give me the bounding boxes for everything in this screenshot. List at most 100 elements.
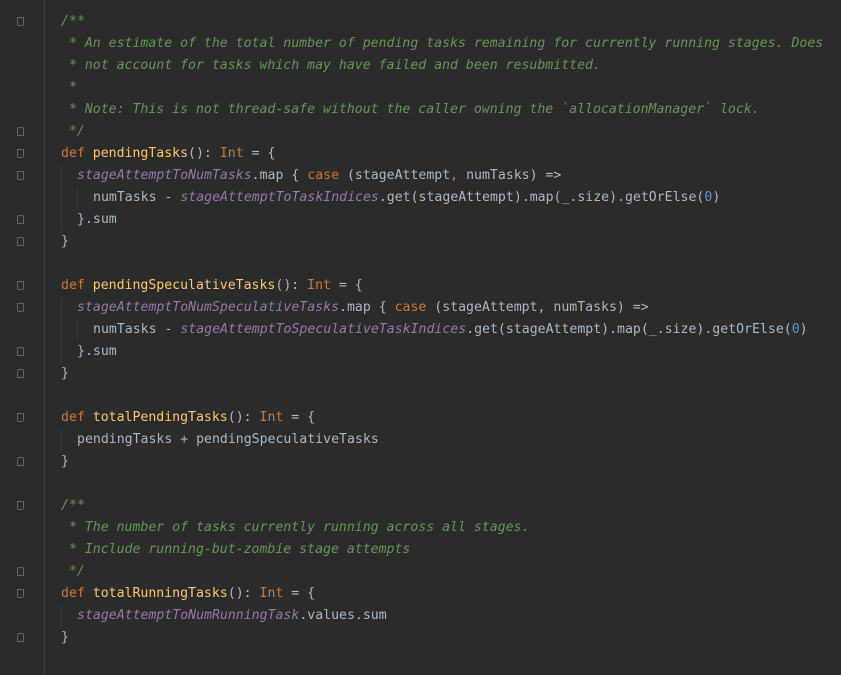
code-token: def xyxy=(61,410,93,425)
code-line[interactable]: }.sum xyxy=(17,209,841,231)
code-token: /** xyxy=(61,14,85,29)
fold-end-icon[interactable] xyxy=(17,237,24,246)
code-token: stageAttemptToTaskIndices xyxy=(180,190,379,205)
code-token: * Note: This is not thread-safe without … xyxy=(61,102,760,117)
code-line[interactable]: * xyxy=(45,77,841,99)
code-token: Int xyxy=(307,278,331,293)
fold-start-icon[interactable] xyxy=(17,589,24,598)
code-token: def xyxy=(61,586,93,601)
code-token: (): xyxy=(227,586,260,601)
code-token: pendingTasks xyxy=(92,146,189,161)
code-line[interactable]: } xyxy=(17,627,841,649)
code-token: numTasks - xyxy=(93,190,181,205)
fold-end-icon[interactable] xyxy=(17,567,24,576)
code-token: * xyxy=(61,80,77,95)
code-line[interactable]: } xyxy=(17,363,841,385)
code-token: }.sum xyxy=(77,344,117,359)
code-line[interactable]: /** xyxy=(17,495,841,517)
code-line[interactable]: def totalPendingTasks(): Int = { xyxy=(17,407,841,429)
code-token: case xyxy=(307,168,340,183)
code-editor[interactable]: /** * An estimate of the total number of… xyxy=(0,0,841,675)
code-token: stageAttemptToSpeculativeTaskIndices xyxy=(180,322,467,337)
fold-start-icon[interactable] xyxy=(17,281,24,290)
code-line[interactable]: * Note: This is not thread-safe without … xyxy=(45,99,841,121)
code-line[interactable]: * not account for tasks which may have f… xyxy=(45,55,841,77)
indent-guide xyxy=(61,429,62,451)
code-line[interactable]: */ xyxy=(17,561,841,583)
indent-guide xyxy=(77,319,78,341)
code-line[interactable] xyxy=(45,385,841,407)
code-token: * Include running-but-zombie stage attem… xyxy=(61,542,411,557)
code-line[interactable]: * An estimate of the total number of pen… xyxy=(45,33,841,55)
code-token: = { xyxy=(283,410,316,425)
code-line[interactable]: numTasks - stageAttemptToSpeculativeTask… xyxy=(45,319,841,341)
code-line[interactable]: /** xyxy=(17,11,841,33)
code-token: numTasks - xyxy=(93,322,181,337)
fold-end-icon[interactable] xyxy=(17,457,24,466)
code-token: (): xyxy=(188,146,220,161)
code-area[interactable]: /** * An estimate of the total number of… xyxy=(17,11,841,649)
code-line[interactable]: stageAttemptToNumSpeculativeTasks.map { … xyxy=(17,297,841,319)
code-line[interactable]: stageAttemptToNumTasks.map { case (stage… xyxy=(17,165,841,187)
code-token: def xyxy=(61,146,93,161)
indent-guide xyxy=(77,187,78,209)
indent-guide xyxy=(61,187,62,209)
code-line[interactable]: def totalRunningTasks(): Int = { xyxy=(17,583,841,605)
code-token: = { xyxy=(283,586,316,601)
fold-start-icon[interactable] xyxy=(17,17,24,26)
code-token: } xyxy=(61,234,69,249)
fold-end-icon[interactable] xyxy=(17,633,24,642)
fold-end-icon[interactable] xyxy=(17,127,24,136)
indent-guide xyxy=(61,297,62,319)
fold-end-icon[interactable] xyxy=(17,347,24,356)
fold-start-icon[interactable] xyxy=(17,413,24,422)
code-line[interactable]: numTasks - stageAttemptToTaskIndices.get… xyxy=(45,187,841,209)
code-token: * An estimate of the total number of pen… xyxy=(61,36,824,51)
code-token: .values.sum xyxy=(299,608,387,623)
code-token: totalRunningTasks xyxy=(92,586,228,601)
code-line[interactable]: * Include running-but-zombie stage attem… xyxy=(45,539,841,561)
code-token: (): xyxy=(275,278,308,293)
fold-end-icon[interactable] xyxy=(17,369,24,378)
indent-guide xyxy=(61,165,62,187)
code-token: .map { xyxy=(251,168,308,183)
fold-start-icon[interactable] xyxy=(17,171,24,180)
code-token: = { xyxy=(243,146,276,161)
code-token: /** xyxy=(61,498,85,513)
code-token: Int xyxy=(219,146,244,161)
code-token: .map { xyxy=(339,300,395,315)
code-token: .get(stageAttempt).map(_.size).getOrElse… xyxy=(466,322,792,337)
code-line[interactable]: }.sum xyxy=(17,341,841,363)
fold-end-icon[interactable] xyxy=(17,215,24,224)
fold-start-icon[interactable] xyxy=(17,303,24,312)
code-token: * The number of tasks currently running … xyxy=(61,520,530,535)
code-token: Int xyxy=(259,586,284,601)
code-token: */ xyxy=(61,124,85,139)
code-token: stageAttemptToNumRunningTask xyxy=(77,608,300,623)
code-token: } xyxy=(61,366,69,381)
code-token: (stageAttempt, numTasks) => xyxy=(426,300,649,315)
code-line[interactable]: def pendingTasks(): Int = { xyxy=(17,143,841,165)
code-line[interactable]: stageAttemptToNumRunningTask.values.sum xyxy=(45,605,841,627)
code-line[interactable]: * The number of tasks currently running … xyxy=(45,517,841,539)
code-token: = { xyxy=(330,278,363,293)
code-token: pendingSpeculativeTasks xyxy=(92,278,276,293)
code-line[interactable] xyxy=(45,253,841,275)
code-line[interactable] xyxy=(45,473,841,495)
code-token: } xyxy=(61,454,69,469)
code-line[interactable]: } xyxy=(17,231,841,253)
indent-guide xyxy=(61,319,62,341)
code-token: , xyxy=(450,168,459,183)
fold-start-icon[interactable] xyxy=(17,149,24,158)
code-token: case xyxy=(394,300,427,315)
code-line[interactable]: def pendingSpeculativeTasks(): Int = { xyxy=(17,275,841,297)
code-line[interactable]: */ xyxy=(17,121,841,143)
code-token: Int xyxy=(259,410,284,425)
code-token: * not account for tasks which may have f… xyxy=(61,58,601,73)
code-token: numTasks) => xyxy=(458,168,562,183)
fold-start-icon[interactable] xyxy=(17,501,24,510)
code-token: stageAttemptToNumTasks xyxy=(77,168,252,183)
indent-guide xyxy=(61,605,62,627)
code-line[interactable]: } xyxy=(17,451,841,473)
code-line[interactable]: pendingTasks + pendingSpeculativeTasks xyxy=(45,429,841,451)
